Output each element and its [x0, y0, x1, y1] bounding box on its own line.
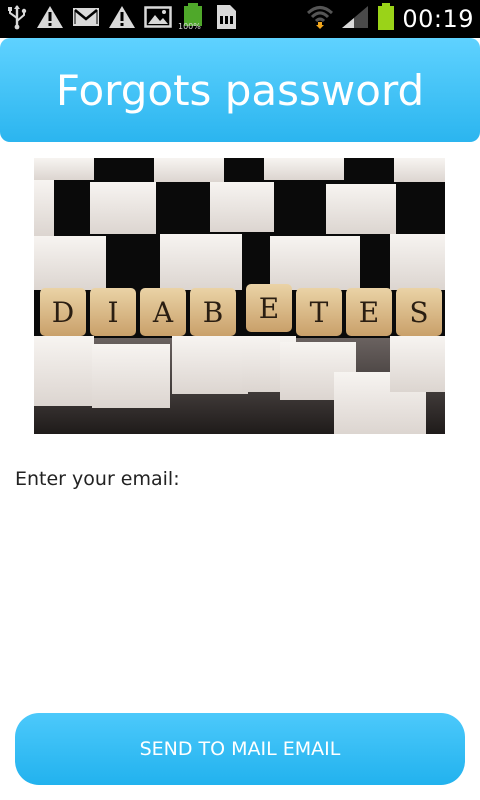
battery-full-icon: 100%	[178, 2, 206, 36]
gallery-icon	[144, 5, 172, 33]
battery-icon	[376, 2, 396, 36]
letter-block-label: D	[52, 296, 74, 329]
sugar-cubes-picture: DIABETES	[34, 158, 445, 434]
signal-icon	[340, 4, 370, 34]
send-email-button[interactable]: SEND TO MAIL EMAIL	[15, 713, 465, 785]
gmail-icon	[72, 6, 100, 32]
email-label: Enter your email:	[15, 468, 180, 490]
sd-card-icon	[214, 3, 238, 35]
letter-block-label: A	[152, 296, 174, 329]
title-bar: Forgots password	[0, 38, 480, 142]
warning-icon	[108, 4, 136, 34]
warning-icon	[36, 4, 64, 34]
notification-icons: 100%	[6, 2, 238, 36]
page-title: Forgots password	[55, 65, 425, 115]
letter-block-label: S	[409, 296, 428, 329]
letter-block-label: T	[310, 296, 329, 329]
letter-block-label: B	[203, 296, 224, 329]
letter-block-label: E	[259, 292, 279, 325]
usb-icon	[6, 4, 28, 34]
letter-block-label: I	[107, 296, 118, 329]
wifi-icon	[306, 4, 334, 34]
system-icons: 00:19	[306, 2, 474, 36]
clock: 00:19	[402, 5, 474, 33]
battery-percent-label: 100%	[178, 22, 201, 31]
diabetes-image: DIABETES	[34, 158, 445, 434]
letter-block-label: E	[359, 296, 379, 329]
status-bar: 100% 00:19	[0, 0, 480, 38]
